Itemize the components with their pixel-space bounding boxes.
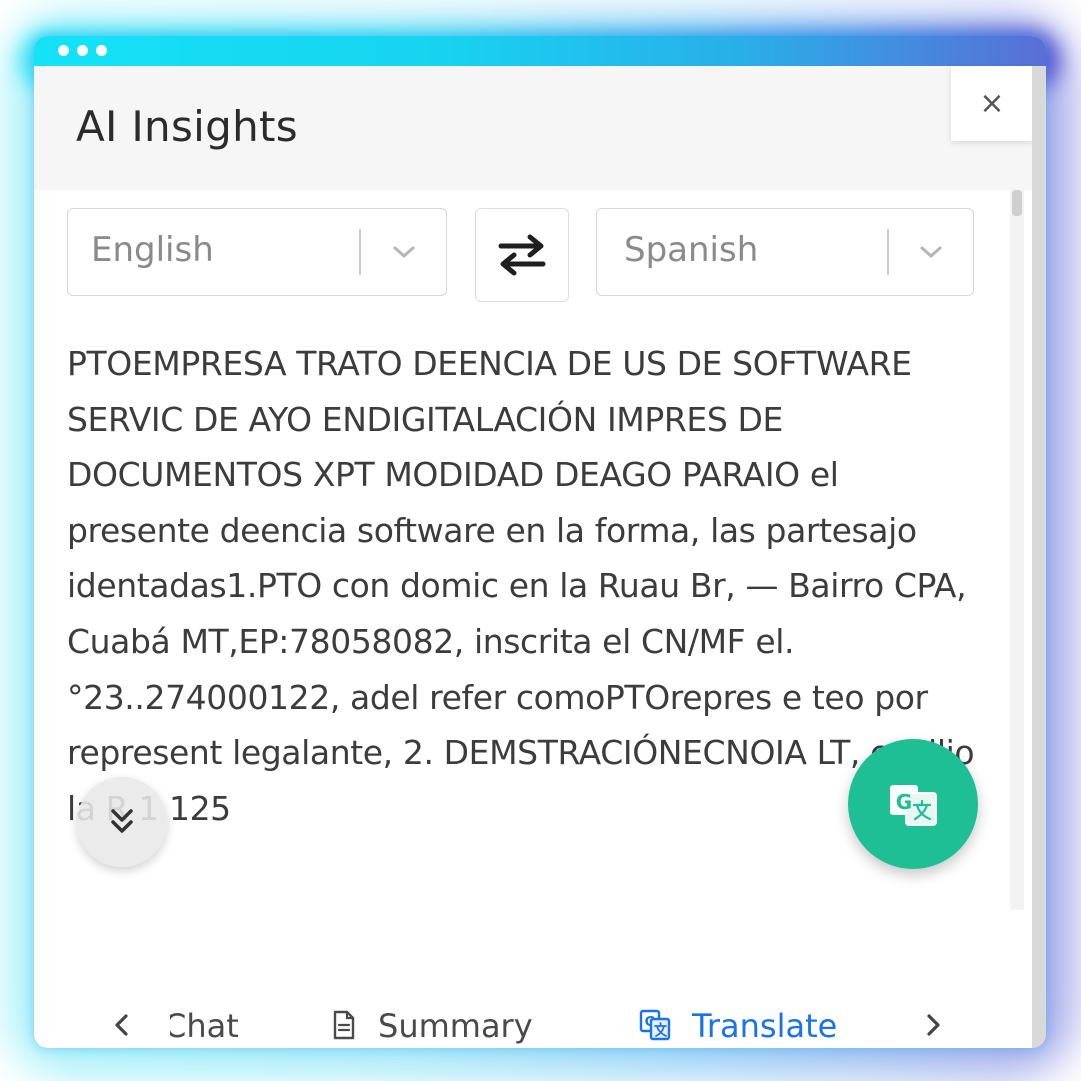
swap-languages-button[interactable] bbox=[475, 208, 569, 302]
select-divider bbox=[887, 229, 889, 275]
double-chevron-down-icon bbox=[111, 809, 133, 833]
page-title: AI Insights bbox=[76, 102, 298, 151]
tab-chat[interactable]: Chat bbox=[164, 996, 244, 1048]
swap-icon bbox=[498, 234, 546, 276]
target-language-select[interactable]: Spanish bbox=[596, 208, 974, 296]
translate-icon: G bbox=[639, 1009, 671, 1041]
close-button[interactable]: × bbox=[951, 66, 1033, 141]
titlebar bbox=[34, 36, 1046, 66]
translation-output: PTOEMPRESA TRATO DEENCIA DE US DE SOFTWA… bbox=[67, 344, 975, 828]
ai-insights-window: AI Insights × English Spanish PTOEMPRESA… bbox=[34, 36, 1046, 1048]
window-dot[interactable] bbox=[58, 45, 69, 56]
window-dot[interactable] bbox=[77, 45, 88, 56]
tab-scroll-mask bbox=[154, 996, 170, 1048]
bottom-tab-bar: Chat Summary G Translate bbox=[34, 996, 1032, 1048]
window-edge bbox=[1032, 66, 1046, 1048]
window-dot[interactable] bbox=[96, 45, 107, 56]
scrollbar-track[interactable] bbox=[1010, 190, 1024, 910]
tab-chat-label: Chat bbox=[164, 1007, 239, 1045]
tab-translate[interactable]: G Translate bbox=[638, 996, 868, 1048]
svg-text:G: G bbox=[896, 790, 912, 814]
chevron-down-icon bbox=[920, 246, 942, 258]
target-language-value: Spanish bbox=[624, 230, 759, 270]
google-translate-icon: G bbox=[890, 785, 937, 826]
scrollbar-thumb[interactable] bbox=[1012, 190, 1022, 216]
chevron-right-icon[interactable] bbox=[918, 1010, 948, 1040]
chevron-down-icon bbox=[393, 246, 415, 258]
document-icon bbox=[333, 1010, 355, 1040]
select-divider bbox=[359, 229, 361, 275]
translate-fab-button[interactable]: G bbox=[848, 739, 978, 869]
source-language-value: English bbox=[91, 230, 214, 270]
tab-translate-label: Translate bbox=[692, 1007, 838, 1045]
tab-summary[interactable]: Summary bbox=[330, 996, 560, 1048]
chevron-left-icon[interactable] bbox=[107, 1010, 137, 1040]
scroll-down-button[interactable] bbox=[77, 777, 167, 867]
source-language-select[interactable]: English bbox=[67, 208, 447, 296]
close-icon: × bbox=[979, 86, 1005, 121]
tab-summary-label: Summary bbox=[378, 1007, 533, 1045]
panel-header: AI Insights bbox=[34, 66, 1046, 190]
